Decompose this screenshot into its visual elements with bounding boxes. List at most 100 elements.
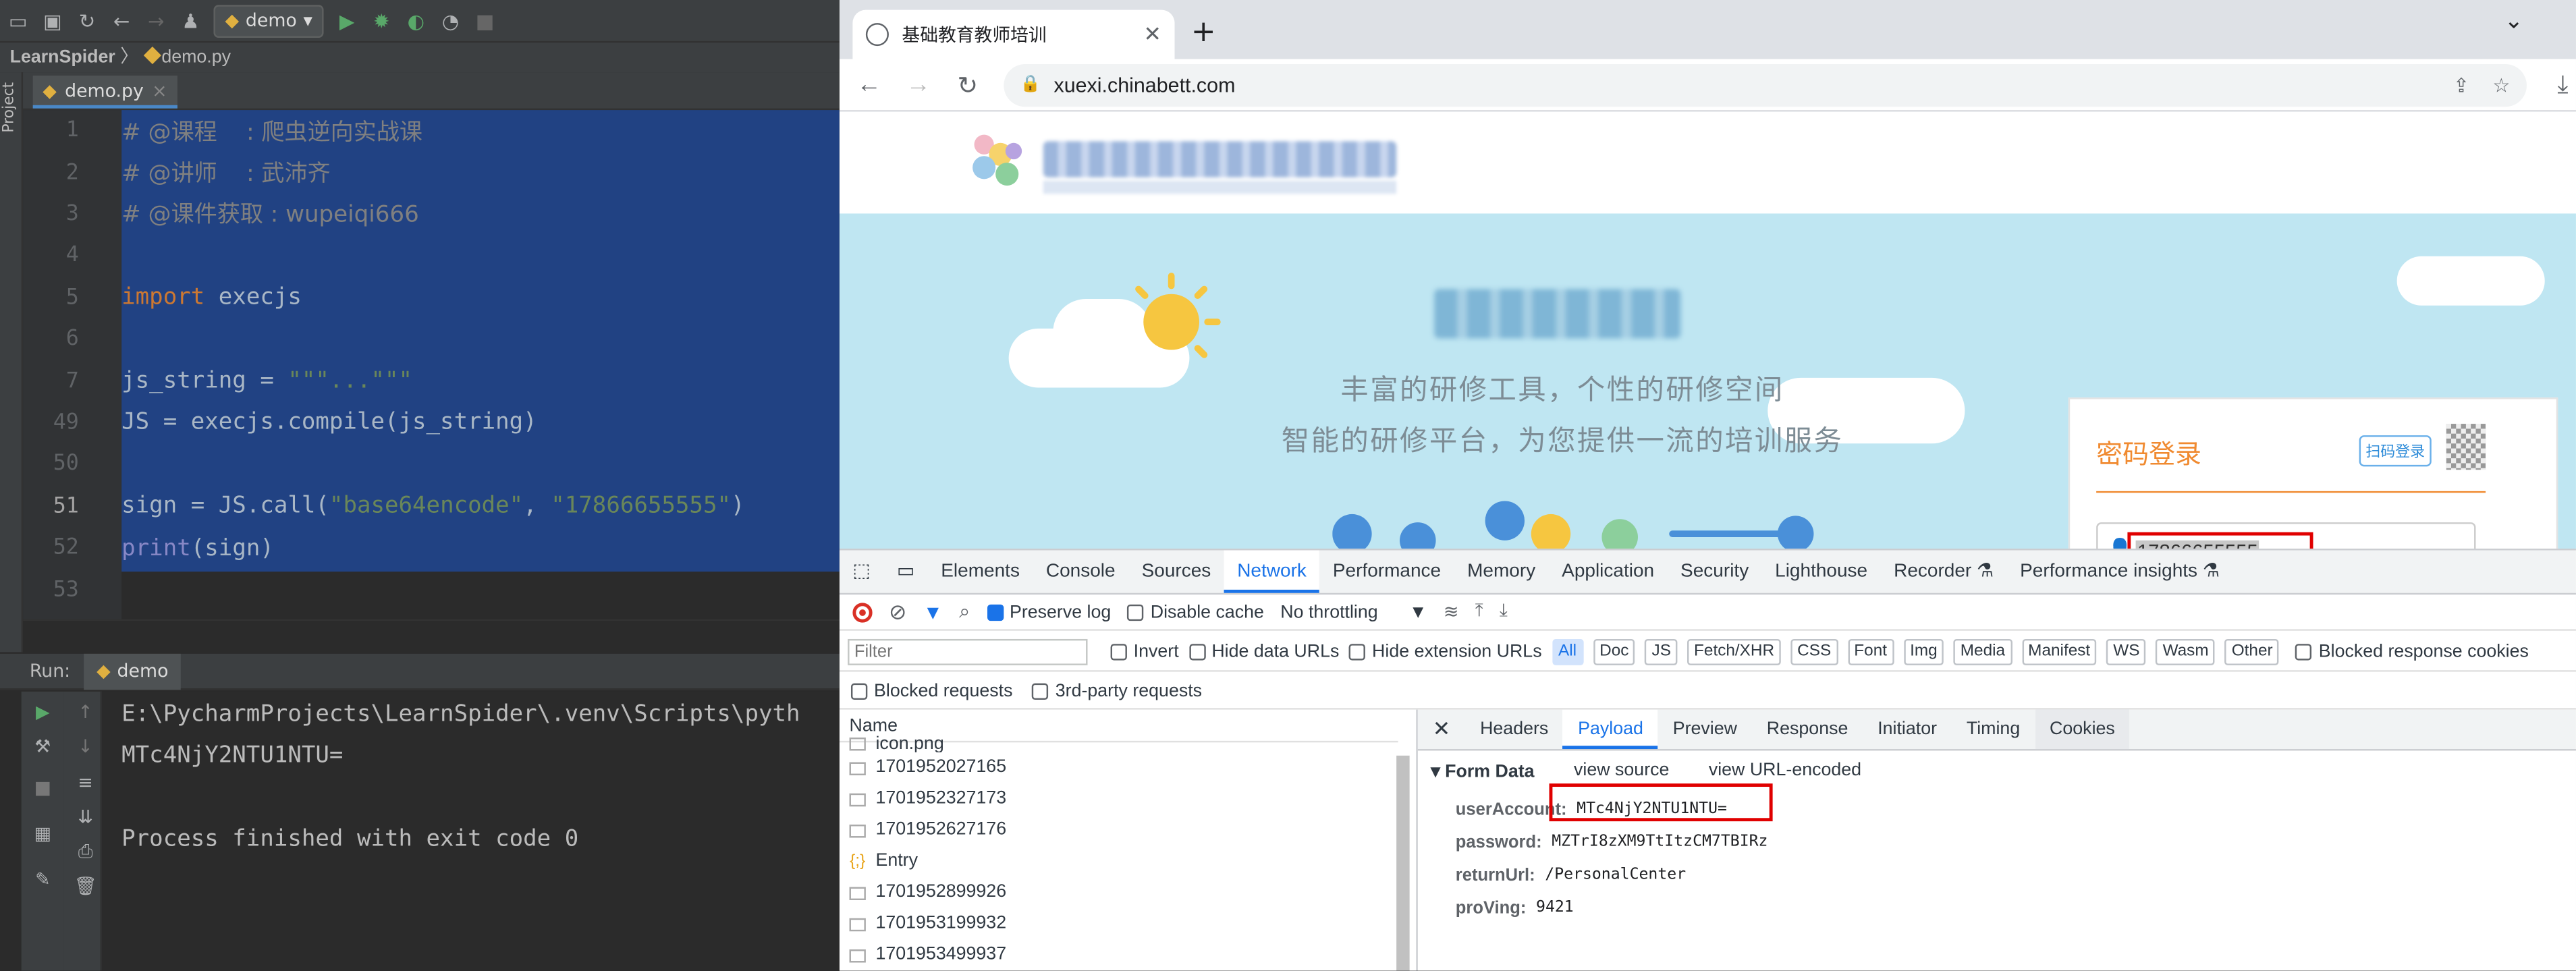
devtools-tab-console[interactable]: Console [1033,550,1128,592]
list-item[interactable]: {;} Entry [850,846,918,877]
new-tab-icon[interactable]: + [1191,15,1216,49]
preserve-log-checkbox[interactable]: Preserve log [986,602,1111,621]
forward-arrow-icon[interactable]: → [144,9,167,32]
close-icon[interactable]: × [152,80,167,101]
user-icon[interactable]: ♟ [179,9,202,32]
device-toolbar-icon[interactable]: ▭ [883,550,927,592]
layout-icon[interactable]: ▦ [31,823,54,846]
chip-css[interactable]: CSS [1790,638,1838,665]
save-icon[interactable]: ▣ [41,9,64,32]
login-title[interactable]: 密码登录 [2096,432,2201,471]
back-arrow-icon[interactable]: ← [856,71,882,99]
tab-demo-py[interactable]: ◆ demo.py × [32,75,177,109]
tab-initiator[interactable]: Initiator [1863,710,1952,749]
devtools-tab-memory[interactable]: Memory [1454,550,1549,592]
tab-cookies[interactable]: Cookies [2035,709,2130,750]
download-icon[interactable]: ⤓ [1500,601,1508,623]
chip-other[interactable]: Other [2224,638,2280,665]
list-item[interactable]: icon.png [849,736,944,752]
chip-doc[interactable]: Doc [1593,638,1636,665]
run-console[interactable]: E:\PycharmProjects\LearnSpider\.venv\Scr… [101,691,840,971]
back-arrow-icon[interactable]: ← [110,9,133,32]
tab-response[interactable]: Response [1752,710,1863,749]
editor-horizontal-scroll[interactable] [23,619,840,654]
chip-wasm[interactable]: Wasm [2156,638,2216,665]
code-line[interactable]: 6 [23,318,840,360]
list-item[interactable]: 1701952027165 [849,752,1006,783]
record-icon[interactable] [852,602,873,622]
project-tool-strip[interactable]: Project [0,72,24,653]
tab-preview[interactable]: Preview [1658,710,1752,749]
sync-icon[interactable]: ↻ [76,9,99,32]
share-icon[interactable]: ⇪ [2453,73,2469,96]
profile-icon[interactable]: ◔ [439,9,462,32]
devtools-tab-security[interactable]: Security [1668,550,1762,592]
pin-icon[interactable]: ✎ [31,869,54,892]
list-item[interactable]: 1701952327173 [849,783,1006,814]
third-party-requests-checkbox[interactable]: 3rd-party requests [1032,681,1202,700]
filter-icon[interactable]: ▼ [923,601,943,623]
url-omnibox[interactable]: 🔒 xuexi.chinabett.com ⇪ ☆ [1004,63,2527,107]
close-icon[interactable]: ✕ [1418,710,1465,749]
stop-icon[interactable]: ■ [474,9,497,32]
filter-input[interactable]: Filter [848,638,1088,665]
tab-timing[interactable]: Timing [1952,710,2035,749]
code-line[interactable]: 7 js_string = """...""" [23,360,840,402]
tab-headers[interactable]: Headers [1465,710,1563,749]
scroll-to-end-icon[interactable]: ⇊ [74,806,97,829]
code-line[interactable]: 2 # @讲师 : 武沛齐 [23,152,840,194]
coverage-icon[interactable]: ◐ [404,9,427,32]
rerun-icon[interactable]: ▶ [31,701,54,724]
chip-font[interactable]: Font [1847,638,1894,665]
run-config-select[interactable]: ◆ demo ▾ [213,4,325,37]
code-line[interactable]: 49 JS = execjs.compile(js_string) [23,402,840,444]
code-editor[interactable]: 1 # @课程 : 爬虫逆向实战课 2 # @讲师 : 武沛齐 3 # @课件获取 : w… [23,110,840,619]
chip-manifest[interactable]: Manifest [2021,638,2097,665]
chip-js[interactable]: JS [1645,638,1678,665]
invert-checkbox[interactable]: Invert [1110,642,1179,661]
debug-icon[interactable]: ✹ [370,9,393,32]
arrow-down-icon[interactable]: ↓ [74,736,97,759]
chip-ws[interactable]: WS [2106,638,2147,665]
chip-all[interactable]: All [1552,638,1583,665]
upload-icon[interactable]: ⤒ [1475,601,1483,623]
devtools-tab-performance[interactable]: Performance [1319,550,1454,592]
view-url-encoded-link[interactable]: view URL-encoded [1709,760,1861,782]
project-tool-label[interactable]: Project [1,82,18,133]
soft-wrap-icon[interactable]: ≡ [74,772,97,795]
list-item[interactable]: 1701953199932 [849,908,1006,939]
tab-payload[interactable]: Payload [1563,709,1658,750]
run-tab-demo[interactable]: ◆ demo [83,653,182,690]
stop-icon[interactable]: ■ [31,777,54,800]
qr-login-button[interactable]: 扫码登录 [2359,435,2432,467]
code-line[interactable]: 51 sign = JS.call("base64encode", "178666… [23,486,840,528]
inspect-element-icon[interactable]: ⬚ [840,550,883,592]
chip-img[interactable]: Img [1903,638,1944,665]
arrow-up-icon[interactable]: ↑ [74,701,97,724]
devtools-tab-elements[interactable]: Elements [928,550,1033,592]
network-conditions-icon[interactable]: ≋ [1444,601,1458,622]
form-data-title[interactable]: ▾ Form Data [1431,760,1534,782]
code-line[interactable]: 5 import execjs [23,277,840,318]
devtools-tab-network[interactable]: Network [1224,550,1320,593]
clear-icon[interactable]: ⊘ [889,599,907,625]
devtools-tab-performance-insights[interactable]: Performance insights ⚗ [2007,550,2233,592]
view-source-link[interactable]: view source [1574,760,1669,782]
open-folder-icon[interactable]: ▭ [7,9,30,32]
print-icon[interactable]: ⎙ [74,841,97,864]
qr-code-icon[interactable] [2446,424,2486,470]
code-line[interactable]: 1 # @课程 : 爬虫逆向实战课 [23,110,840,152]
breadcrumb-project[interactable]: LearnSpider [10,48,115,67]
devtools-tab-recorder[interactable]: Recorder ⚗ [1881,550,2007,592]
forward-arrow-icon[interactable]: → [905,71,931,99]
run-icon[interactable]: ▶ [335,9,358,32]
chevron-down-icon[interactable]: ⌄ [2504,8,2524,34]
chip-media[interactable]: Media [1954,638,2012,665]
reload-icon[interactable]: ↻ [954,70,981,99]
download-icon[interactable]: ⤓ [2550,71,2576,99]
list-item[interactable]: 1701952627176 [849,814,1006,845]
hide-data-urls-checkbox[interactable]: Hide data URLs [1188,642,1339,661]
code-line[interactable]: 3 # @课件获取 : wupeiqi666 [23,194,840,235]
wrench-icon[interactable]: ⚒ [31,736,54,759]
browser-tab[interactable]: 基础教育教师培训 ✕ [852,9,1175,59]
